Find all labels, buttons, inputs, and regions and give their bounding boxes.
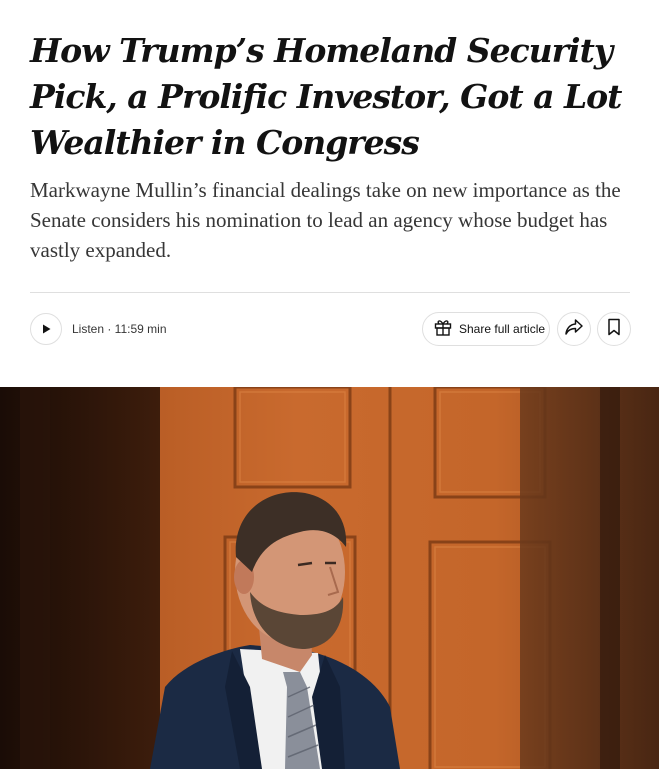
share-arrow-icon — [564, 318, 584, 341]
listen-label: Listen · 11:59 min — [72, 322, 167, 336]
article-photo — [0, 387, 659, 769]
share-button[interactable] — [557, 312, 591, 346]
bookmark-icon — [607, 318, 621, 341]
listen-button[interactable]: Listen · 11:59 min — [30, 312, 167, 346]
share-full-article-button[interactable]: Share full article — [422, 312, 550, 346]
article-summary: Markwayne Mullin’s financial dealings ta… — [30, 178, 621, 262]
divider — [30, 292, 630, 293]
share-label: Share full article — [459, 322, 546, 336]
play-icon — [30, 313, 62, 345]
save-button[interactable] — [597, 312, 631, 346]
gift-icon — [433, 317, 453, 342]
article-toolbar: Listen · 11:59 min Share full article — [30, 312, 631, 348]
article-headline: How Trump’s Homeland Security Pick, a Pr… — [30, 31, 622, 162]
